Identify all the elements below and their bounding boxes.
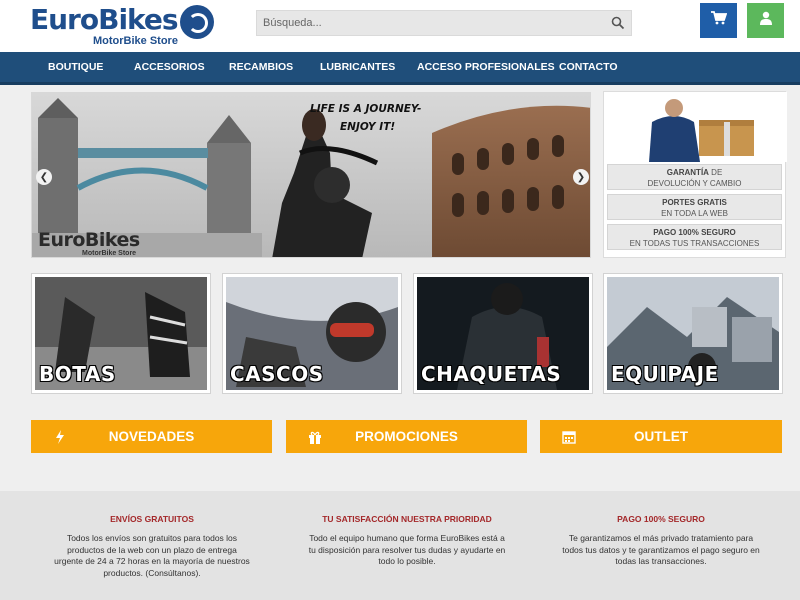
category-tile-cascos[interactable]: CASCOS [222, 273, 402, 394]
info-line: tu disposición para resolver tus dudas y… [308, 544, 506, 555]
hero-slider[interactable]: LIFE IS A JOURNEY- ENJOY IT! EuroBikes M… [31, 92, 591, 258]
info-title: TU SATISFACCIÓN NUESTRA PRIORIDAD [322, 514, 492, 524]
chevron-right-icon: ❯ [576, 171, 586, 183]
promo-row-line2: EN TODA LA WEB [661, 209, 728, 218]
info-line: productos de la web con un plazo de entr… [67, 544, 237, 555]
category-label: BOTAS [39, 362, 116, 386]
promo-row-strong: PAGO 100% SEGURO [653, 228, 736, 237]
site-logo[interactable]: EuroBikes MotorBike Store [30, 3, 220, 49]
nav-item-accesorios[interactable]: ACCESORIOS [134, 52, 205, 82]
nav-item-boutique[interactable]: BOUTIQUE [48, 52, 103, 82]
cart-button[interactable] [700, 3, 737, 38]
info-text: Todos los envíos son gratuitos para todo… [47, 533, 257, 579]
nav-item-recambios[interactable]: RECAMBIOS [229, 52, 293, 82]
promo-row-strong: GARANTÍA [666, 168, 709, 177]
info-line: todos tus datos y te garantizamos el pag… [562, 544, 760, 555]
info-title: ENVÍOS GRATUITOS [110, 514, 194, 524]
novedades-button[interactable]: NOVEDADES [31, 420, 272, 453]
slider-next-button[interactable]: ❯ [573, 169, 589, 185]
category-tile-botas[interactable]: BOTAS [31, 273, 211, 394]
bar-label: NOVEDADES [108, 429, 195, 444]
shopping-cart-icon [710, 11, 727, 30]
category-label: CASCOS [230, 362, 324, 386]
promo-row-guarantee[interactable]: GARANTÍA DE DEVOLUCIÓN Y CAMBIO [607, 164, 782, 190]
delivery-man-image [604, 92, 787, 162]
search-bar [256, 10, 632, 36]
info-text: Te garantizamos el más privado tratamien… [556, 533, 766, 568]
nav-item-lubricantes[interactable]: LUBRICANTES [320, 52, 395, 82]
info-line: Te garantizamos el más privado tratamien… [568, 533, 754, 543]
promo-row-free-shipping[interactable]: PORTES GRATIS EN TODA LA WEB [607, 194, 782, 220]
category-tile-equipaje[interactable]: EQUIPAJE [603, 273, 783, 394]
promo-row-line2: DEVOLUCIÓN Y CAMBIO [647, 179, 742, 188]
logo-emblem-icon [180, 5, 214, 39]
info-line: todas las transacciones. [615, 556, 707, 566]
info-title: PAGO 100% SEGURO [617, 514, 705, 524]
user-icon [759, 11, 773, 30]
search-input[interactable] [263, 14, 593, 32]
slide-caption-line-1: LIFE IS A JOURNEY- [310, 103, 422, 115]
promo-row-rest: DE [708, 168, 723, 177]
logo-tagline: MotorBike Store [93, 35, 178, 47]
promociones-button[interactable]: PROMOCIONES [286, 420, 527, 453]
nav-item-acceso-profesionales[interactable]: ACCESO PROFESIONALES [417, 52, 555, 82]
chevron-left-icon: ❮ [39, 171, 49, 183]
slide-watermark-tagline: MotorBike Store [82, 250, 137, 257]
outlet-button[interactable]: OUTLET [540, 420, 782, 453]
site-header: EuroBikes MotorBike Store [0, 0, 800, 52]
search-icon[interactable] [611, 16, 625, 30]
slide-caption: LIFE IS A JOURNEY- ENJOY IT! [310, 100, 421, 136]
info-line: Todo el equipo humano que forma EuroBike… [309, 533, 505, 543]
category-label: CHAQUETAS [421, 362, 562, 386]
info-text: Todo el equipo humano que forma EuroBike… [302, 533, 512, 568]
slider-prev-button[interactable]: ❮ [36, 169, 52, 185]
account-button[interactable] [747, 3, 784, 38]
promo-row-line2: EN TODAS TUS TRANSACCIONES [629, 239, 760, 248]
promo-row-secure-payment[interactable]: PAGO 100% SEGURO EN TODAS TUS TRANSACCIO… [607, 224, 782, 250]
nav-item-contacto[interactable]: CONTACTO [559, 52, 618, 82]
category-tile-chaquetas[interactable]: CHAQUETAS [413, 273, 593, 394]
main-navigation: BOUTIQUE ACCESORIOS RECAMBIOS LUBRICANTE… [0, 52, 800, 85]
info-line: productos. (Consúltanos). [103, 567, 201, 578]
slide-caption-line-2: ENJOY IT! [340, 121, 396, 133]
info-line: Todos los envíos son gratuitos para todo… [66, 533, 238, 543]
category-label: EQUIPAJE [611, 362, 719, 386]
info-line: todo lo posible. [378, 556, 436, 566]
slide-watermark-logo: EuroBikes [38, 229, 140, 251]
promo-row-strong: PORTES GRATIS [662, 198, 727, 207]
info-section: ENVÍOS GRATUITOS Todos los envíos son gr… [0, 491, 800, 600]
promo-box: GARANTÍA DE DEVOLUCIÓN Y CAMBIO PORTES G… [603, 91, 787, 258]
bar-label: OUTLET [634, 429, 688, 444]
info-line: urgente de 24 a 72 horas en la mayoría d… [54, 556, 250, 566]
logo-wordmark: EuroBikes [30, 3, 179, 36]
bar-label: PROMOCIONES [355, 429, 458, 444]
